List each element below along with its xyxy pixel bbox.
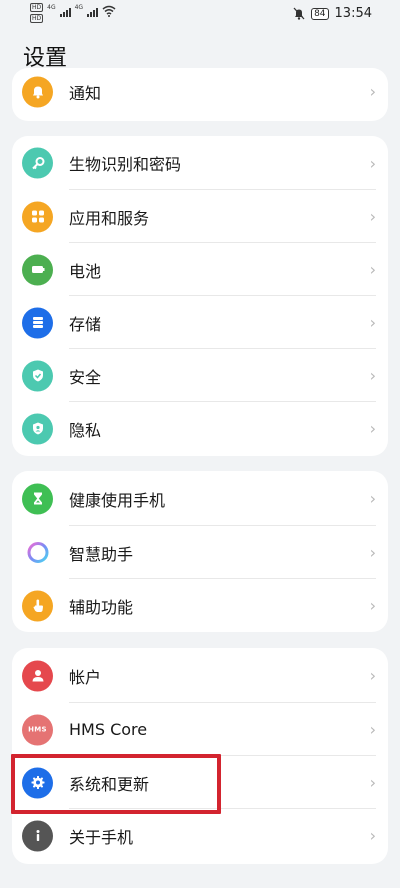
- settings-item-label: 电池: [69, 261, 102, 281]
- chevron-right-icon: ›: [369, 596, 376, 615]
- settings-item-security[interactable]: 安全 ›: [12, 349, 388, 402]
- shield-check-icon: [22, 360, 53, 391]
- settings-item-label: 帐户: [69, 667, 102, 687]
- settings-item-label: 系统和更新: [69, 774, 150, 794]
- settings-item-label: 通知: [69, 83, 102, 103]
- status-bar-left: HD HD 4G 4G: [30, 3, 116, 23]
- status-bar-right: 84 13:54: [293, 6, 372, 21]
- network-type-2: 4G: [74, 4, 84, 11]
- settings-card-system: 帐户 › HMS HMS Core › 系统和更新 › 关于手机 ›: [12, 648, 388, 864]
- chevron-right-icon: ›: [369, 207, 376, 226]
- bell-icon: [22, 76, 53, 107]
- status-bar: HD HD 4G 4G 84 13:54: [0, 0, 400, 30]
- settings-item-label: 健康使用手机: [69, 490, 166, 510]
- info-icon: [22, 820, 53, 851]
- chevron-right-icon: ›: [369, 826, 376, 845]
- settings-item-smart-assistant[interactable]: 智慧助手 ›: [12, 526, 388, 579]
- chevron-right-icon: ›: [369, 489, 376, 508]
- settings-item-battery[interactable]: 电池 ›: [12, 243, 388, 296]
- wifi-icon: [102, 5, 116, 17]
- storage-icon: [22, 307, 53, 338]
- settings-item-label: 智慧助手: [69, 544, 134, 564]
- settings-item-label: 生物识别和密码: [69, 155, 182, 174]
- assistant-ring-icon: [22, 537, 53, 568]
- hourglass-icon: [22, 483, 53, 514]
- chevron-right-icon: ›: [369, 543, 376, 562]
- settings-item-apps-services[interactable]: 应用和服务 ›: [12, 190, 388, 243]
- chevron-right-icon: ›: [369, 773, 376, 792]
- settings-item-storage[interactable]: 存储 ›: [12, 296, 388, 349]
- settings-item-biometrics[interactable]: 生物识别和密码 ›: [12, 136, 388, 190]
- settings-item-label: HMS Core: [69, 720, 148, 739]
- mute-bell-icon: [293, 7, 305, 20]
- chevron-right-icon: ›: [369, 419, 376, 438]
- chevron-right-icon: ›: [369, 666, 376, 685]
- chevron-right-icon: ›: [369, 260, 376, 279]
- privacy-shield-icon: [22, 413, 53, 444]
- signal-icon: [59, 5, 71, 17]
- settings-item-system-update[interactable]: 系统和更新 ›: [12, 756, 388, 809]
- settings-item-about-phone[interactable]: 关于手机 ›: [12, 809, 388, 862]
- settings-card-notifications: 通知 ›: [12, 68, 388, 121]
- hd-badge-1: HD: [30, 3, 44, 12]
- apps-icon: [22, 201, 53, 232]
- hms-icon: HMS: [22, 714, 53, 745]
- battery-icon: [22, 254, 53, 285]
- chevron-right-icon: ›: [369, 82, 376, 101]
- settings-item-label: 关于手机: [69, 827, 134, 847]
- settings-item-accounts[interactable]: 帐户 ›: [12, 648, 388, 703]
- network-type: 4G: [47, 4, 56, 11]
- chevron-right-icon: ›: [369, 720, 376, 739]
- user-icon: [22, 660, 53, 691]
- hd-badge-2: HD: [30, 14, 44, 23]
- settings-item-label: 隐私: [69, 420, 102, 440]
- chevron-right-icon: ›: [369, 366, 376, 385]
- settings-item-hms-core[interactable]: HMS HMS Core ›: [12, 703, 388, 756]
- settings-item-digital-balance[interactable]: 健康使用手机 ›: [12, 471, 388, 526]
- hand-pointer-icon: [22, 590, 53, 621]
- settings-item-label: 安全: [69, 367, 102, 387]
- signal-icon-2: [87, 5, 99, 17]
- settings-item-label: 辅助功能: [69, 597, 134, 617]
- settings-item-label: 应用和服务: [69, 208, 150, 228]
- settings-item-notifications[interactable]: 通知 ›: [12, 68, 388, 118]
- chevron-right-icon: ›: [369, 153, 376, 173]
- status-time: 13:54: [334, 6, 372, 21]
- key-icon: [22, 147, 53, 179]
- chevron-right-icon: ›: [369, 313, 376, 332]
- battery-indicator: 84: [311, 7, 329, 20]
- settings-item-accessibility[interactable]: 辅助功能 ›: [12, 579, 388, 632]
- settings-card-wellbeing: 健康使用手机 › 智慧助手 › 辅助功能 ›: [12, 471, 388, 632]
- settings-card-device: 生物识别和密码 › 应用和服务 › 电池 › 存储 › 安全 › 隐私 ›: [12, 136, 388, 456]
- settings-item-label: 存储: [69, 314, 102, 334]
- gear-icon: [22, 767, 53, 798]
- settings-item-privacy[interactable]: 隐私 ›: [12, 402, 388, 455]
- hms-badge-text: HMS: [28, 725, 47, 734]
